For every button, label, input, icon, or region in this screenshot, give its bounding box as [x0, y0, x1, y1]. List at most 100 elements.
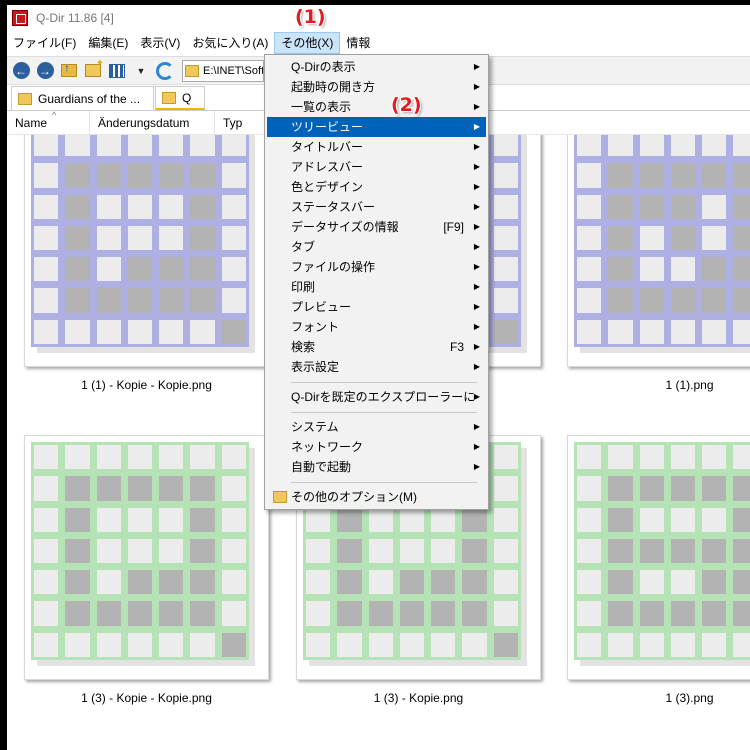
thumbnail-pixel — [221, 257, 246, 282]
thumbnail-pixel — [639, 194, 664, 219]
menu-item-list-view[interactable]: 一覧の表示 ▶ — [267, 97, 486, 117]
back-button[interactable]: ← — [10, 60, 32, 82]
view-dropdown-button[interactable]: ▼ — [130, 60, 152, 82]
shortcut-label: [F9] — [443, 220, 464, 234]
menu-favorites[interactable]: お気に入り(A) — [186, 32, 274, 54]
menu-item-font[interactable]: フォント ▶ — [267, 317, 486, 337]
menu-view[interactable]: 表示(V) — [134, 32, 186, 54]
thumbnail-image — [31, 135, 249, 347]
shortcut-label: F3 — [449, 340, 464, 354]
menu-item-address-bar[interactable]: アドレスバー ▶ — [267, 157, 486, 177]
menu-edit[interactable]: 編集(E) — [82, 32, 134, 54]
menu-item-data-size[interactable]: データサイズの情報 [F9] ▶ — [267, 217, 486, 237]
thumbnail-pixel — [34, 319, 59, 344]
view-mode-button[interactable] — [106, 60, 128, 82]
thumbnail-pixel — [190, 225, 215, 251]
thumbnail-pixel — [608, 507, 633, 532]
column-modified[interactable]: Änderungsdatum — [90, 111, 215, 135]
menu-item-print[interactable]: 印刷 ▶ — [267, 277, 486, 297]
thumbnail-pixel — [733, 319, 750, 344]
annotation-marker-2: (2) — [391, 94, 422, 116]
thumbnail-pixel — [493, 135, 518, 157]
menu-item-display-settings[interactable]: 表示設定 ▶ — [267, 357, 486, 377]
thumbnail-pixel — [577, 632, 602, 657]
thumbnail-pixel — [577, 163, 602, 188]
menu-item-tree-view[interactable]: ツリービュー ▶ — [267, 117, 486, 137]
thumbnail-frame — [24, 135, 269, 367]
thumbnail-pixel — [65, 570, 90, 595]
thumbnail-pixel — [127, 476, 153, 501]
column-name[interactable]: Name ^ — [7, 110, 90, 135]
submenu-arrow-icon: ▶ — [473, 322, 480, 331]
menu-item-system[interactable]: システム ▶ — [267, 417, 486, 437]
menu-extras[interactable]: その他(X) — [274, 32, 341, 54]
thumbnail-pixel — [608, 135, 633, 157]
menu-item-qdir-view[interactable]: Q-Dirの表示 ▶ — [267, 57, 486, 77]
thumbnail-pixel — [462, 570, 487, 595]
thumbnail-pixel — [702, 163, 727, 188]
menu-info[interactable]: 情報 — [340, 32, 376, 54]
submenu-arrow-icon: ▶ — [473, 462, 480, 471]
thumbnail-pixel — [733, 445, 750, 470]
submenu-arrow-icon: ▶ — [473, 142, 480, 151]
thumbnail-pixel — [190, 319, 215, 344]
thumbnail-pixel — [96, 288, 121, 313]
address-bar[interactable]: E:\INET\Soft — [182, 59, 264, 82]
thumbnail-pixel — [702, 570, 727, 595]
thumbnail-pixel — [702, 194, 727, 219]
folder-up-button[interactable] — [58, 60, 80, 82]
tab-label: Q — [182, 90, 192, 105]
menu-item-default-explorer[interactable]: Q-Dirを既定のエクスプローラーに ▶ — [267, 387, 486, 407]
submenu-arrow-icon: ▶ — [473, 182, 480, 191]
folder-icon — [18, 92, 32, 105]
menu-item-tabs[interactable]: タブ ▶ — [267, 237, 486, 257]
thumbnail-pixel — [96, 476, 121, 501]
menu-item-autostart[interactable]: 自動で起動 ▶ — [267, 457, 486, 477]
menu-item-preview[interactable]: プレビュー ▶ — [267, 297, 486, 317]
thumbnail-pixel — [608, 632, 633, 657]
thumbnail-pixel — [368, 601, 393, 626]
menu-file[interactable]: ファイル(F) — [7, 32, 82, 54]
menu-item-title-bar[interactable]: タイトルバー ▶ — [267, 137, 486, 157]
refresh-button[interactable] — [154, 60, 176, 82]
tab-q[interactable]: Q — [155, 86, 205, 110]
thumbnail-pixel — [577, 194, 602, 219]
thumbnail-pixel — [221, 445, 246, 470]
thumbnail-pixel — [493, 538, 518, 564]
folder-icon — [162, 91, 176, 104]
menu-item-search[interactable]: 検索 F3 ▶ — [267, 337, 486, 357]
forward-button[interactable]: → — [34, 60, 56, 82]
menu-item-other-options[interactable]: その他のオプション(M) — [267, 487, 486, 507]
menu-item-startup[interactable]: 起動時の開き方 ▶ — [267, 77, 486, 97]
extras-context-menu: Q-Dirの表示 ▶ 起動時の開き方 ▶ 一覧の表示 ▶ ツリービュー ▶ タイトルバー… — [264, 54, 489, 510]
thumbnail-pixel — [702, 257, 727, 282]
tab-guardians[interactable]: Guardians of the ... — [11, 86, 154, 110]
thumbnail-pixel — [493, 257, 518, 282]
thumbnail-pixel — [462, 507, 487, 532]
menu-bar: ファイル(F) 編集(E) 表示(V) お気に入り(A) その他(X) 情報 — [7, 31, 750, 55]
thumbnail-pixel — [670, 319, 696, 344]
thumbnail-pixel — [733, 288, 750, 313]
thumbnail-pixel — [733, 476, 750, 501]
menu-item-colors-design[interactable]: 色とデザイン ▶ — [267, 177, 486, 197]
menu-item-file-operations[interactable]: ファイルの操作 ▶ — [267, 257, 486, 277]
thumbnail-pixel — [670, 476, 696, 501]
submenu-arrow-icon: ▶ — [473, 162, 480, 171]
address-path[interactable]: E:\INET\Soft — [203, 65, 263, 77]
menu-item-status-bar[interactable]: ステータスバー ▶ — [267, 197, 486, 217]
thumbnail-pixel — [221, 288, 246, 313]
thumbnail-pixel — [190, 194, 215, 219]
thumbnail-pixel — [702, 288, 727, 313]
thumbnail-pixel — [639, 601, 664, 626]
new-folder-button[interactable] — [82, 58, 104, 82]
thumbnail-pixel — [190, 507, 215, 532]
thumbnail-pixel — [159, 601, 184, 626]
thumbnail-pixel — [368, 507, 393, 532]
app-icon — [12, 10, 28, 26]
thumbnail-pixel — [221, 319, 246, 344]
menu-item-network[interactable]: ネットワーク ▶ — [267, 437, 486, 457]
thumbnail-pixel — [34, 538, 59, 564]
thumbnail-pixel — [639, 570, 664, 595]
thumbnail-pixel — [96, 163, 121, 188]
thumbnail-pixel — [733, 257, 750, 282]
